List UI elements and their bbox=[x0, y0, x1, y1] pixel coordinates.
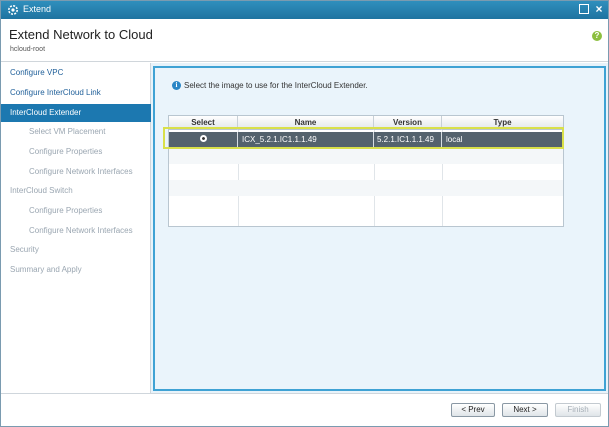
sidebar-item-extender-configure-properties: Configure Properties bbox=[29, 147, 103, 156]
row-highlight-annotation bbox=[163, 127, 564, 149]
sidebar-item-extender-configure-network-interfaces: Configure Network Interfaces bbox=[29, 167, 133, 176]
help-icon[interactable]: ? bbox=[592, 31, 602, 41]
step-panel: i Select the image to use for the InterC… bbox=[153, 66, 606, 391]
prev-button[interactable]: < Prev bbox=[451, 403, 495, 417]
wizard-footer: < Prev Next > Finish bbox=[1, 393, 608, 426]
sidebar-item-switch-configure-properties: Configure Properties bbox=[29, 206, 103, 215]
sidebar-item-configure-intercloud-link[interactable]: Configure InterCloud Link bbox=[1, 84, 151, 102]
empty-row bbox=[169, 180, 563, 196]
info-icon: i bbox=[172, 81, 181, 90]
empty-row bbox=[169, 196, 563, 212]
instruction-text: Select the image to use for the InterClo… bbox=[184, 81, 368, 90]
sidebar-item-configure-vpc[interactable]: Configure VPC bbox=[1, 64, 151, 82]
content-area: i Select the image to use for the InterC… bbox=[151, 63, 608, 393]
sidebar-item-select-vm-placement: Select VM Placement bbox=[29, 127, 106, 136]
sidebar-item-intercloud-extender[interactable]: InterCloud Extender bbox=[1, 104, 151, 122]
maximize-icon[interactable] bbox=[579, 4, 589, 14]
page-subtitle: hcloud-root bbox=[10, 46, 46, 53]
finish-button[interactable]: Finish bbox=[555, 403, 601, 417]
title-bar[interactable]: Extend × bbox=[1, 1, 608, 19]
window-title: Extend bbox=[23, 4, 52, 14]
gear-icon bbox=[8, 5, 18, 15]
sidebar-item-summary-and-apply: Summary and Apply bbox=[10, 265, 82, 274]
wizard-header: Extend Network to Cloud hcloud-root ? bbox=[1, 19, 608, 62]
sidebar-item-intercloud-switch: InterCloud Switch bbox=[10, 186, 73, 195]
empty-row bbox=[169, 164, 563, 180]
wizard-window: Extend × Extend Network to Cloud hcloud-… bbox=[0, 0, 609, 427]
next-button[interactable]: Next > bbox=[502, 403, 548, 417]
empty-row bbox=[169, 148, 563, 164]
page-title: Extend Network to Cloud bbox=[9, 27, 153, 42]
close-icon[interactable]: × bbox=[593, 2, 605, 16]
wizard-steps-sidebar: Configure VPC Configure InterCloud Link … bbox=[1, 63, 151, 393]
sidebar-item-switch-configure-network-interfaces: Configure Network Interfaces bbox=[29, 226, 133, 235]
sidebar-item-security: Security bbox=[10, 245, 39, 254]
